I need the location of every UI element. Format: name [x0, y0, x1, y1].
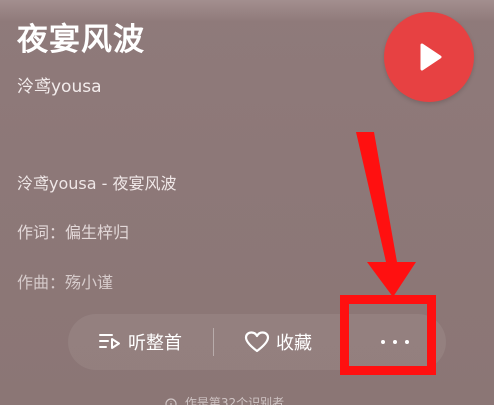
footer-note: 作是第32个识别者 [165, 394, 284, 405]
song-detail-screen: 夜宴风波 泠鸢yousa 泠鸢yousa - 夜宴风波 作词：偏生梓归 作曲：殇… [0, 0, 494, 405]
footer-note-text: 作是第32个识别者 [184, 396, 285, 405]
arrow-annotation-icon [356, 132, 416, 297]
info-icon [165, 397, 177, 405]
